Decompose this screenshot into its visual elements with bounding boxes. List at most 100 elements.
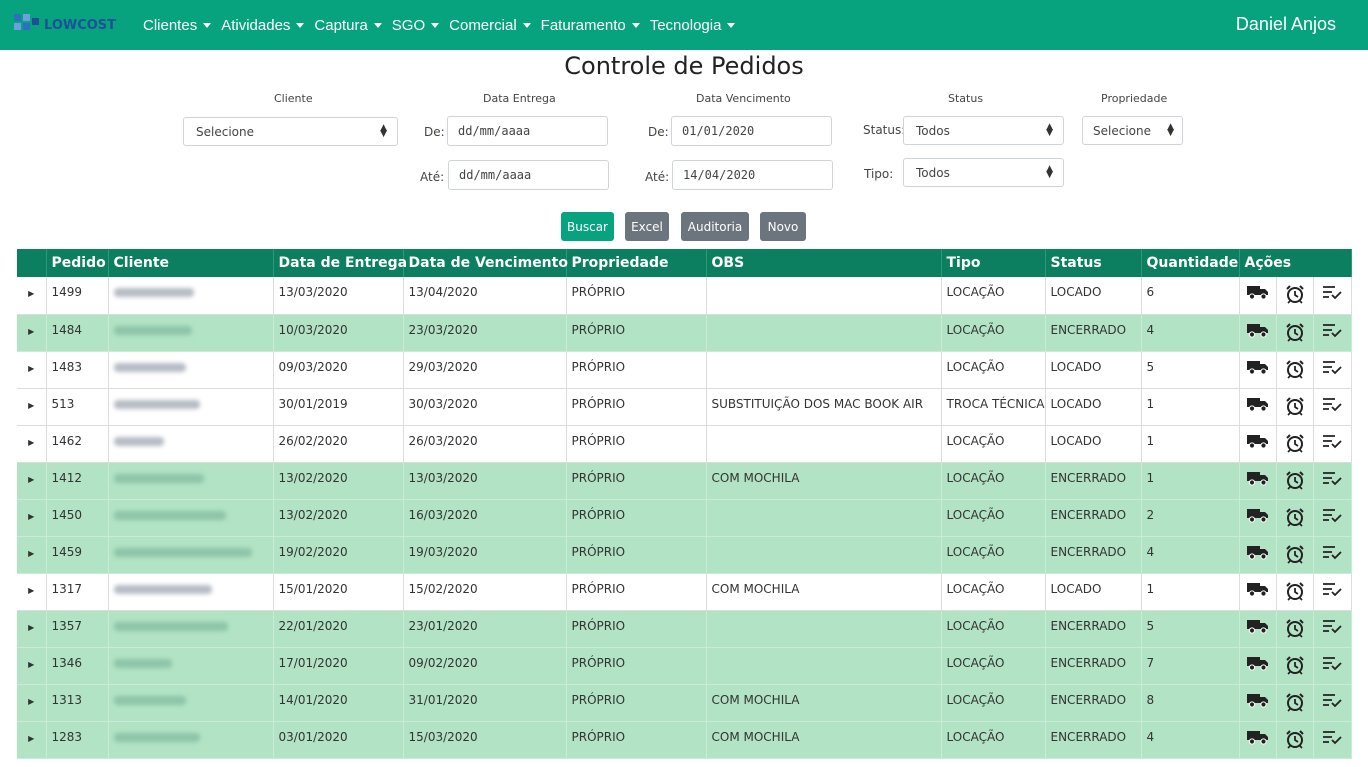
column-header-propriedade[interactable]: Propriedade: [566, 249, 707, 277]
expand-row-icon[interactable]: ▶: [17, 647, 47, 685]
truck-icon[interactable]: [1239, 721, 1277, 759]
column-header-data-vencimento[interactable]: Data de Vencimento: [403, 249, 568, 277]
table-row[interactable]: ▶ 1346 17/01/2020 09/02/2020 PRÓPRIO LOCAÇÃO E…: [17, 647, 1352, 685]
expand-row-icon[interactable]: ▶: [17, 499, 47, 537]
nav-comercial[interactable]: Comercial: [449, 17, 531, 34]
propriedade-select-value: Selecione: [1093, 123, 1151, 138]
nav-faturamento[interactable]: Faturamento: [541, 17, 640, 34]
table-row[interactable]: ▶ 1412 13/02/2020 13/03/2020 PRÓPRIO COM MOCH…: [17, 462, 1352, 500]
expand-row-icon[interactable]: ▶: [17, 277, 47, 315]
alarm-clock-icon[interactable]: [1276, 721, 1314, 759]
truck-icon[interactable]: [1239, 684, 1277, 722]
alarm-clock-icon[interactable]: [1276, 425, 1314, 463]
truck-icon[interactable]: [1239, 314, 1277, 352]
logo-text: LOWCOST: [44, 17, 117, 33]
redacted-client-name: [113, 288, 194, 297]
table-row[interactable]: ▶ 1283 03/01/2020 15/03/2020 PRÓPRIO COM MOCH…: [17, 721, 1352, 759]
checklist-icon[interactable]: [1313, 536, 1352, 574]
user-menu[interactable]: Daniel Anjos: [1236, 14, 1336, 35]
expand-row-icon[interactable]: ▶: [17, 351, 47, 389]
column-header-cliente[interactable]: Cliente: [108, 249, 274, 277]
truck-icon[interactable]: [1239, 647, 1277, 685]
column-header-quantidade[interactable]: Quantidade: [1141, 249, 1240, 277]
expand-row-icon[interactable]: ▶: [17, 314, 47, 352]
checklist-icon[interactable]: [1313, 610, 1352, 648]
propriedade-select[interactable]: Selecione ▲ ▼: [1082, 116, 1183, 145]
alarm-clock-icon[interactable]: [1276, 462, 1314, 500]
checklist-icon[interactable]: [1313, 462, 1352, 500]
table-row[interactable]: ▶ 1462 26/02/2020 26/03/2020 PRÓPRIO LOCAÇÃO L…: [17, 425, 1352, 463]
alarm-clock-icon[interactable]: [1276, 351, 1314, 389]
checklist-icon[interactable]: [1313, 277, 1352, 315]
expand-row-icon[interactable]: ▶: [17, 425, 47, 463]
truck-icon[interactable]: [1239, 610, 1277, 648]
column-header-pedido[interactable]: Pedido: [46, 249, 109, 277]
checklist-icon[interactable]: [1313, 647, 1352, 685]
truck-icon[interactable]: [1239, 351, 1277, 389]
truck-icon[interactable]: [1239, 277, 1277, 315]
entrega-ate-input[interactable]: dd/mm/aaaa: [448, 160, 609, 190]
nav-sgo[interactable]: SGO: [392, 17, 440, 34]
expand-row-icon[interactable]: ▶: [17, 388, 47, 426]
alarm-clock-icon[interactable]: [1276, 684, 1314, 722]
cell-pedido: 1357: [46, 610, 109, 648]
checklist-icon[interactable]: [1313, 684, 1352, 722]
expand-row-icon[interactable]: ▶: [17, 721, 47, 759]
nav-atividades[interactable]: Atividades: [221, 17, 305, 34]
expand-row-icon[interactable]: ▶: [17, 684, 47, 722]
table-row[interactable]: ▶ 1483 09/03/2020 29/03/2020 PRÓPRIO LOCAÇÃO L…: [17, 351, 1352, 389]
table-row[interactable]: ▶ 513 30/01/2019 30/03/2020 PRÓPRIO SUBSTITUI…: [17, 388, 1352, 426]
table-row[interactable]: ▶ 1459 19/02/2020 19/03/2020 PRÓPRIO LOCAÇÃO E…: [17, 536, 1352, 574]
table-row[interactable]: ▶ 1450 13/02/2020 16/03/2020 PRÓPRIO LOCAÇÃO E…: [17, 499, 1352, 537]
column-header-data-entrega[interactable]: Data de Entrega: [273, 249, 407, 277]
truck-icon[interactable]: [1239, 388, 1277, 426]
nav-tecnologia[interactable]: Tecnologia: [650, 17, 736, 34]
alarm-clock-icon[interactable]: [1276, 314, 1314, 352]
checklist-icon[interactable]: [1313, 388, 1352, 426]
table-row[interactable]: ▶ 1499 13/03/2020 13/04/2020 PRÓPRIO LOCAÇÃO L…: [17, 277, 1352, 315]
truck-icon[interactable]: [1239, 462, 1277, 500]
column-header-obs[interactable]: OBS: [706, 249, 942, 277]
status-select[interactable]: Todos ▲ ▼: [903, 116, 1064, 145]
nav-captura[interactable]: Captura: [314, 17, 382, 34]
auditoria-button[interactable]: Auditoria: [681, 212, 749, 241]
vencimento-ate-input[interactable]: 14/04/2020: [672, 160, 833, 190]
logo[interactable]: LOWCOST: [14, 14, 116, 36]
checklist-icon[interactable]: [1313, 425, 1352, 463]
truck-icon[interactable]: [1239, 573, 1277, 611]
excel-button[interactable]: Excel: [625, 212, 669, 241]
checklist-icon[interactable]: [1313, 499, 1352, 537]
entrega-de-input[interactable]: dd/mm/aaaa: [447, 116, 608, 146]
select-arrows-icon: ▲ ▼: [1046, 164, 1053, 180]
table-row[interactable]: ▶ 1317 15/01/2020 15/02/2020 PRÓPRIO COM MOCH…: [17, 573, 1352, 611]
alarm-clock-icon[interactable]: [1276, 277, 1314, 315]
alarm-clock-icon[interactable]: [1276, 536, 1314, 574]
alarm-clock-icon[interactable]: [1276, 610, 1314, 648]
checklist-icon[interactable]: [1313, 351, 1352, 389]
column-header-tipo[interactable]: Tipo: [941, 249, 1046, 277]
alarm-clock-icon[interactable]: [1276, 573, 1314, 611]
cliente-select[interactable]: Selecione ▲ ▼: [183, 117, 398, 146]
checklist-icon[interactable]: [1313, 573, 1352, 611]
checklist-icon[interactable]: [1313, 314, 1352, 352]
table-row[interactable]: ▶ 1484 10/03/2020 23/03/2020 PRÓPRIO LOCAÇÃO E…: [17, 314, 1352, 352]
table-row[interactable]: ▶ 1357 22/01/2020 23/01/2020 PRÓPRIO LOCAÇÃO E…: [17, 610, 1352, 648]
truck-icon[interactable]: [1239, 499, 1277, 537]
alarm-clock-icon[interactable]: [1276, 647, 1314, 685]
novo-button[interactable]: Novo: [760, 212, 806, 241]
expand-row-icon[interactable]: ▶: [17, 536, 47, 574]
nav-clientes[interactable]: Clientes: [143, 17, 212, 34]
column-header-status[interactable]: Status: [1045, 249, 1142, 277]
table-row[interactable]: ▶ 1313 14/01/2020 31/01/2020 PRÓPRIO COM MOCH…: [17, 684, 1352, 722]
alarm-clock-icon[interactable]: [1276, 388, 1314, 426]
vencimento-de-input[interactable]: 01/01/2020: [671, 116, 832, 146]
expand-row-icon[interactable]: ▶: [17, 610, 47, 648]
checklist-icon[interactable]: [1313, 721, 1352, 759]
tipo-select[interactable]: Todos ▲ ▼: [903, 158, 1064, 187]
truck-icon[interactable]: [1239, 425, 1277, 463]
truck-icon[interactable]: [1239, 536, 1277, 574]
buscar-button[interactable]: Buscar: [561, 212, 614, 241]
expand-row-icon[interactable]: ▶: [17, 462, 47, 500]
alarm-clock-icon[interactable]: [1276, 499, 1314, 537]
expand-row-icon[interactable]: ▶: [17, 573, 47, 611]
